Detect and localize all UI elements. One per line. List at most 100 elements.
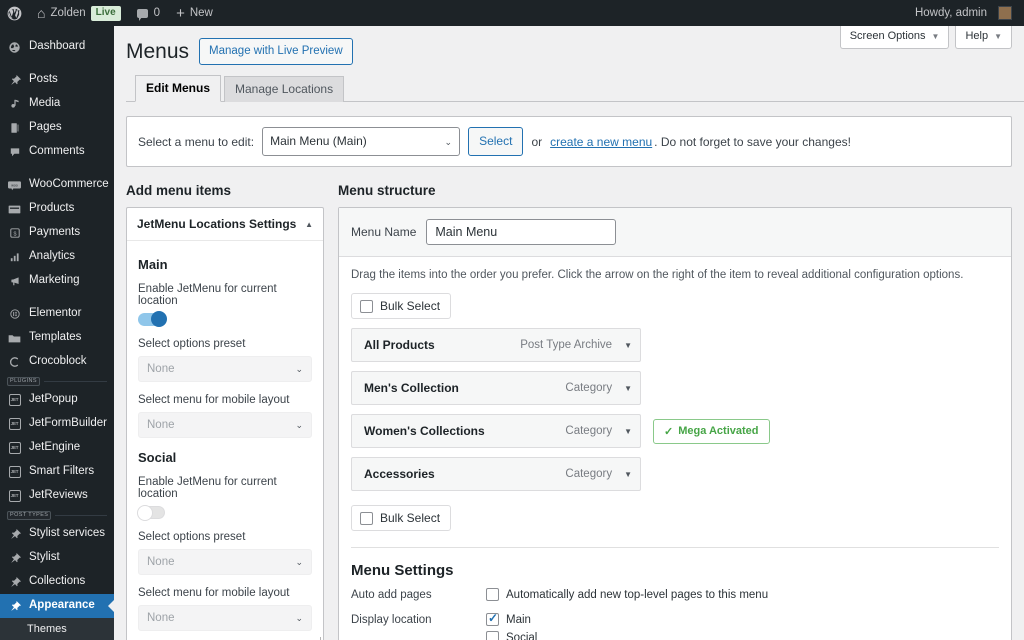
bulk-select-top[interactable]: Bulk Select xyxy=(351,293,452,320)
chevron-down-icon[interactable]: ▼ xyxy=(624,341,632,350)
pin-icon xyxy=(7,551,22,566)
chevron-down-icon[interactable]: ▼ xyxy=(624,384,632,393)
mobile-layout-select-main[interactable]: None ⌄ xyxy=(138,412,312,439)
enable-jetmenu-toggle-main[interactable] xyxy=(138,311,167,328)
mobile-layout-select-social[interactable]: None ⌄ xyxy=(138,605,312,632)
sidebar-item-analytics[interactable]: Analytics xyxy=(0,245,114,269)
sidebar-item-collections[interactable]: Collections xyxy=(0,570,114,594)
sidebar-separator-label: PLUGINS xyxy=(7,376,40,386)
enable-jetmenu-toggle-social[interactable] xyxy=(137,505,165,522)
menu-item-type: Category xyxy=(565,382,613,395)
display-location-social-checkbox[interactable] xyxy=(486,631,499,640)
sidebar-item-templates[interactable]: Templates xyxy=(0,326,114,350)
display-location-social[interactable]: Social xyxy=(486,631,537,640)
sidebar-item-comments[interactable]: Comments xyxy=(0,140,114,164)
chevron-down-icon[interactable]: ▼ xyxy=(624,427,632,436)
tab-edit-menus[interactable]: Edit Menus xyxy=(135,74,222,103)
auto-add-pages-option[interactable]: Automatically add new top-level pages to… xyxy=(486,588,768,602)
sidebar-item-crocoblock[interactable]: Crocoblock xyxy=(0,350,114,374)
pin-icon xyxy=(7,527,22,542)
sidebar-item-jetreviews[interactable]: JET JetReviews xyxy=(0,484,114,508)
comments-count: 0 xyxy=(153,7,161,19)
sidebar-item-label: Templates xyxy=(29,331,82,344)
sidebar-item-stylist[interactable]: Stylist xyxy=(0,546,114,570)
select-button[interactable]: Select xyxy=(468,127,524,157)
new-content-menu[interactable]: New xyxy=(168,0,221,26)
sidebar-item-label: Media xyxy=(29,97,61,110)
menu-select-dropdown[interactable]: Main Menu (Main) ⌄ xyxy=(262,127,461,157)
account-menu[interactable]: Howdy, admin xyxy=(907,0,1024,26)
sidebar-item-jetengine[interactable]: JET JetEngine xyxy=(0,436,114,460)
sidebar-item-dashboard[interactable]: Dashboard xyxy=(0,35,114,59)
sidebar-item-label: Smart Filters xyxy=(29,465,95,478)
menu-name-label: Menu Name xyxy=(351,225,417,240)
display-location-main[interactable]: Main xyxy=(486,611,537,627)
admin-sidebar[interactable]: Dashboard Posts Media Pages Comments woo… xyxy=(0,26,114,640)
sidebar-item-label: Posts xyxy=(29,73,58,86)
screen-options-button[interactable]: Screen Options ▼ xyxy=(839,26,950,49)
sidebar-item-marketing[interactable]: Marketing xyxy=(0,269,114,293)
manage-with-live-preview-button[interactable]: Manage with Live Preview xyxy=(199,38,353,66)
help-label: Help xyxy=(965,30,989,42)
sidebar-item-label: Payments xyxy=(29,226,81,239)
options-preset-value-social: None xyxy=(147,556,175,569)
chevron-down-icon[interactable]: ▼ xyxy=(624,470,632,479)
sidebar-item-woocommerce[interactable]: woo WooCommerce xyxy=(0,173,114,197)
menu-item-all-products[interactable]: All Products Post Type Archive ▼ xyxy=(351,328,641,363)
sidebar-item-payments[interactable]: $ Payments xyxy=(0,221,114,245)
create-new-menu-link[interactable]: create a new menu xyxy=(550,135,652,149)
menu-structure-body: Drag the items into the order you prefer… xyxy=(339,257,1011,640)
menu-name-input[interactable] xyxy=(426,219,617,246)
options-preset-select-main[interactable]: None ⌄ xyxy=(138,356,312,383)
sidebar-item-posts[interactable]: Posts xyxy=(0,68,114,92)
marketing-megaphone-icon xyxy=(7,274,22,289)
avatar xyxy=(998,6,1012,20)
plus-icon xyxy=(176,5,185,22)
menu-item-row: Accessories Category ▼ xyxy=(351,457,999,492)
display-location-main-checkbox[interactable] xyxy=(486,611,499,627)
wordpress-logo-icon[interactable] xyxy=(0,0,29,26)
chevron-down-icon: ▼ xyxy=(994,31,1002,41)
sidebar-item-smart-filters[interactable]: JET Smart Filters xyxy=(0,460,114,484)
sidebar-item-pages[interactable]: Pages xyxy=(0,116,114,140)
chevron-up-icon[interactable]: ▲ xyxy=(305,220,313,229)
mega-activated-badge[interactable]: ✓ Mega Activated xyxy=(653,418,770,444)
menu-item-title: Accessories xyxy=(364,467,435,482)
jetmenu-accordion-header[interactable]: JetMenu Locations Settings ▲ xyxy=(127,208,323,242)
options-preset-label-main: Select options preset xyxy=(138,338,246,351)
sidebar-gap-3 xyxy=(0,293,114,302)
dashboard-icon xyxy=(7,40,22,55)
menu-item-mens-collection[interactable]: Men's Collection Category ▼ xyxy=(351,371,641,406)
sidebar-separator-plugins: PLUGINS xyxy=(0,374,114,388)
chevron-down-icon: ⌄ xyxy=(295,420,303,431)
sidebar-item-label: Comments xyxy=(29,145,85,158)
chevron-down-icon: ⌄ xyxy=(295,364,303,375)
tab-manage-locations[interactable]: Manage Locations xyxy=(224,75,345,103)
display-location-main-label: Main xyxy=(506,613,531,626)
sidebar-item-stylist-services[interactable]: Stylist services xyxy=(0,522,114,546)
comments-bubble[interactable]: 0 xyxy=(129,0,168,26)
sidebar-item-jetformbuilder[interactable]: JET JetFormBuilder xyxy=(0,412,114,436)
bulk-select-bottom[interactable]: Bulk Select xyxy=(351,505,452,532)
sidebar-separator-line xyxy=(55,514,107,516)
site-name-menu[interactable]: Zolden Live xyxy=(29,0,129,26)
menu-item-womens-collections[interactable]: Women's Collections Category ▼ xyxy=(351,414,641,449)
sidebar-item-elementor[interactable]: Elementor xyxy=(0,302,114,326)
jetmenu-accordion-title: JetMenu Locations Settings xyxy=(137,217,297,232)
menu-item-accessories[interactable]: Accessories Category ▼ xyxy=(351,457,641,492)
help-button[interactable]: Help ▼ xyxy=(955,26,1012,49)
live-badge[interactable]: Live xyxy=(90,5,121,21)
menu-select-label: Select a menu to edit: xyxy=(138,134,255,149)
menu-settings-divider xyxy=(351,547,999,549)
sidebar-top-gap xyxy=(0,26,114,35)
bulk-select-checkbox[interactable] xyxy=(360,511,373,525)
sidebar-item-appearance[interactable]: Appearance xyxy=(0,594,114,618)
sidebar-item-products[interactable]: Products xyxy=(0,197,114,221)
auto-add-pages-checkbox[interactable] xyxy=(486,588,499,602)
bulk-select-checkbox[interactable] xyxy=(360,299,373,313)
options-preset-select-social[interactable]: None ⌄ xyxy=(138,549,312,576)
howdy-label: Howdy, admin xyxy=(914,7,987,19)
sidebar-item-media[interactable]: Media xyxy=(0,92,114,116)
sidebar-item-jetpopup[interactable]: JET JetPopup xyxy=(0,388,114,412)
sidebar-subitem-themes[interactable]: Themes xyxy=(0,618,114,640)
